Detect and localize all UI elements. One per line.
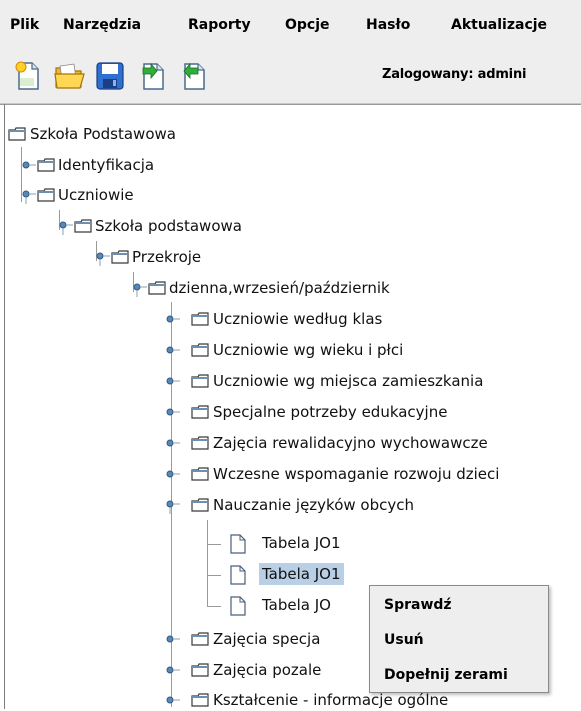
menu-plik[interactable]: Plik [10, 16, 39, 34]
tree-node-label: Uczniowie według klas [213, 310, 383, 328]
folder-icon [191, 467, 209, 481]
tree-node-label: Specjalne potrzeby edukacyjne [213, 403, 448, 421]
menu-haslo[interactable]: Hasło [366, 16, 410, 34]
tree-node-label: Uczniowie wg wieku i płci [213, 341, 404, 359]
menu-raporty[interactable]: Raporty [188, 16, 251, 34]
folder-icon [191, 663, 209, 677]
tree-node-label: Nauczanie języków obcych [213, 496, 414, 514]
document-icon [230, 534, 246, 554]
expand-handle-icon[interactable] [166, 345, 180, 355]
folder-icon [191, 436, 209, 450]
tree-node-label: dzienna,wrzesień/październik [169, 279, 390, 297]
folder-icon [37, 188, 55, 202]
tree-node-label: Zajęcia rewalidacyjno wychowawcze [213, 434, 488, 452]
menu-opcje[interactable]: Opcje [285, 16, 330, 34]
expand-handle-icon[interactable] [166, 469, 180, 479]
tree-border [4, 104, 5, 709]
collapse-handle-icon[interactable] [133, 283, 147, 297]
new-document-icon[interactable] [12, 60, 44, 92]
collapse-handle-icon[interactable] [22, 190, 36, 204]
folder-icon [191, 374, 209, 388]
toolbar: Zalogowany: admini [0, 46, 581, 104]
tree-node-label: Tabela JO [262, 596, 331, 614]
tree-node-label: Identyfikacja [58, 156, 155, 174]
folder-icon [111, 250, 129, 264]
tree-node-label: Zajęcia pozale [213, 661, 322, 679]
collapse-handle-icon[interactable] [59, 221, 73, 235]
folder-icon [191, 693, 209, 707]
tree-line [207, 575, 221, 576]
tree-node-label: Szkoła podstawowa [95, 217, 242, 235]
expand-handle-icon[interactable] [22, 160, 36, 170]
tree-node-label: Wczesne wspomaganie rozwoju dzieci [213, 465, 500, 483]
tree-line [207, 520, 208, 606]
menu-narzedzia[interactable]: Narzędzia [63, 16, 141, 34]
expand-handle-icon[interactable] [166, 314, 180, 324]
menu-aktualizacje[interactable]: Aktualizacje [451, 16, 547, 34]
folder-icon [37, 158, 55, 172]
collapse-handle-icon[interactable] [96, 252, 110, 266]
folder-icon [191, 405, 209, 419]
logged-in-user: Zalogowany: admini [382, 67, 527, 82]
folder-icon [8, 127, 26, 141]
collapse-handle-icon[interactable] [166, 500, 180, 514]
tree-node-label: Zajęcia specja [213, 630, 321, 648]
folder-icon [191, 632, 209, 646]
tree-node-label: Przekroje [132, 248, 202, 266]
folder-icon [148, 281, 166, 295]
document-icon [230, 565, 246, 585]
document-icon [230, 596, 246, 616]
folder-icon [191, 498, 209, 512]
folder-icon [191, 343, 209, 357]
context-menu-sprawdz[interactable]: Sprawdź [384, 596, 452, 614]
tree-node-label: Tabela JO1 [262, 534, 341, 552]
expand-handle-icon[interactable] [166, 634, 180, 644]
expand-handle-icon[interactable] [166, 438, 180, 448]
menu-bar: Plik Narzędzia Raporty Opcje Hasło Aktua… [0, 0, 581, 46]
context-menu-dopelnij-zerami[interactable]: Dopełnij zerami [384, 666, 508, 684]
save-icon[interactable] [94, 60, 126, 92]
tree-line [207, 606, 221, 607]
tree-node-label: Tabela JO1 [259, 563, 344, 585]
open-folder-icon[interactable] [53, 60, 85, 92]
tree-node-label: Szkoła Podstawowa [30, 125, 176, 143]
expand-handle-icon[interactable] [166, 695, 180, 705]
export-document-icon[interactable] [178, 60, 210, 92]
context-menu: Sprawdź Usuń Dopełnij zerami [369, 585, 549, 693]
folder-icon [191, 312, 209, 326]
tree-line [207, 544, 221, 545]
folder-icon [74, 219, 92, 233]
expand-handle-icon[interactable] [166, 665, 180, 675]
context-menu-usun[interactable]: Usuń [384, 631, 424, 649]
expand-handle-icon[interactable] [166, 376, 180, 386]
tree-node-label: Uczniowie wg miejsca zamieszkania [213, 372, 484, 390]
tree-node-label: Uczniowie [58, 186, 134, 204]
import-document-icon[interactable] [137, 60, 169, 92]
expand-handle-icon[interactable] [166, 407, 180, 417]
